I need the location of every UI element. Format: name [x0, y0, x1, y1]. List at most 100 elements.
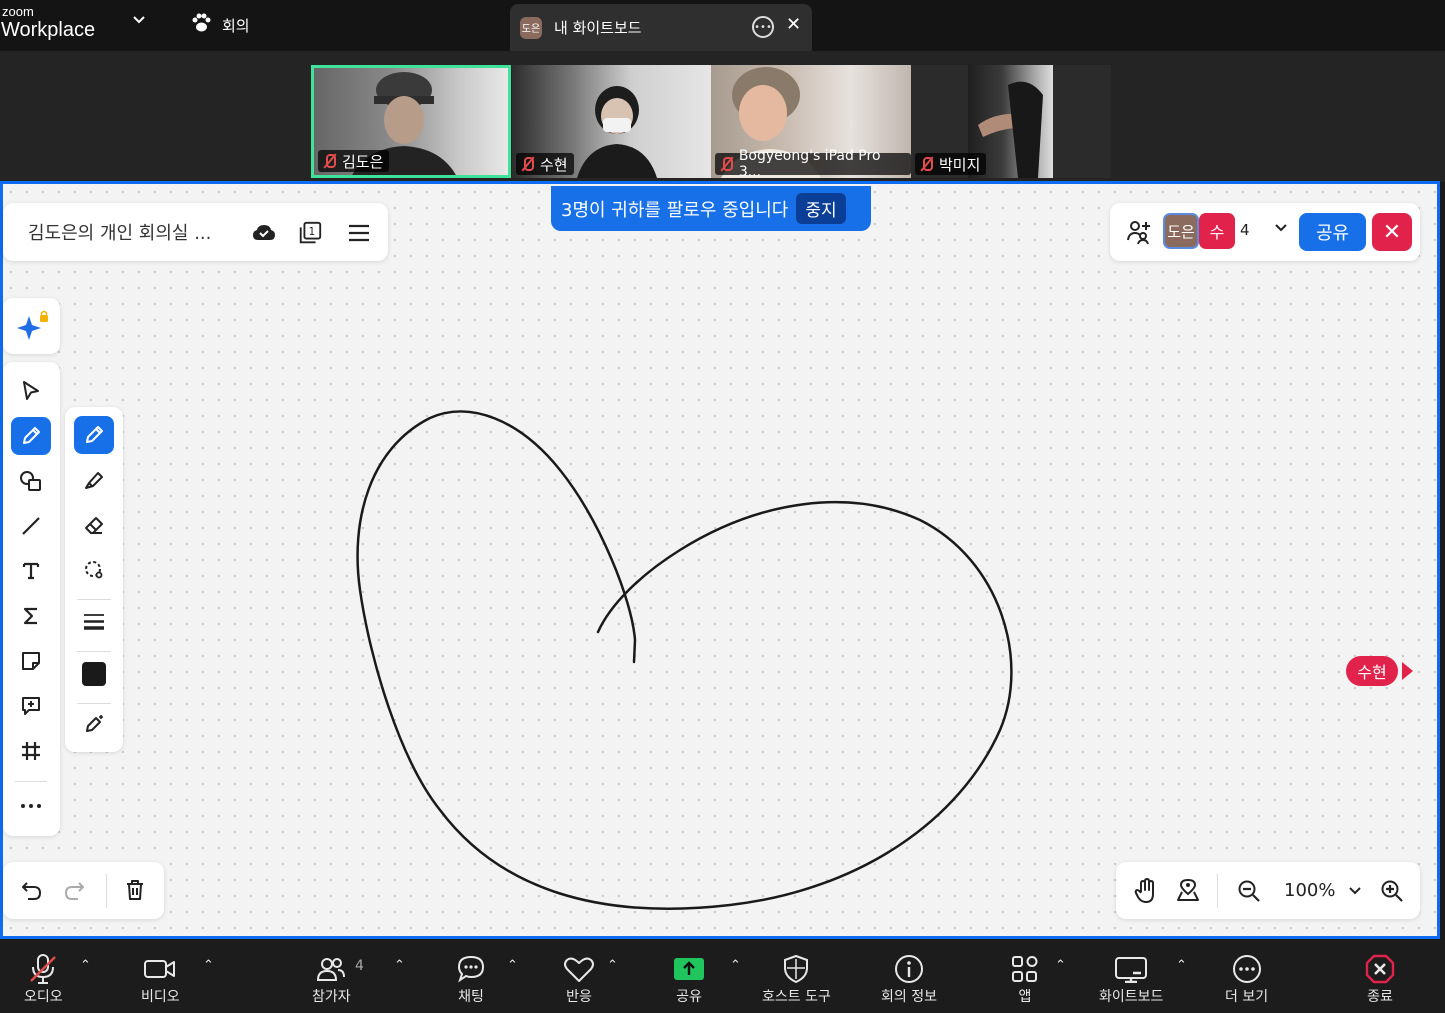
close-icon[interactable]: ✕ [786, 14, 801, 35]
collaborator-count: 4 [1240, 221, 1250, 239]
collaboration-panel: 도은 수 4 공유 ✕ [1110, 203, 1420, 261]
brand-name: Workplace [1, 19, 96, 41]
reactions-label: 반응 [566, 989, 592, 1005]
undo-icon[interactable] [21, 880, 43, 906]
share-screen-icon [674, 952, 704, 986]
apps-label: 앱 [1018, 989, 1032, 1005]
share-label: 공유 [676, 989, 702, 1005]
avatar[interactable]: 도은 [1163, 213, 1199, 249]
pen-options-toolbar [65, 407, 123, 752]
chat-label: 채팅 [458, 989, 484, 1005]
chat-button[interactable]: 채팅 [456, 952, 486, 1006]
divider [106, 874, 107, 908]
map-pin-icon[interactable] [1176, 878, 1200, 906]
chevron-up-icon[interactable]: ⌃ [80, 958, 91, 973]
highlighter-icon[interactable] [74, 461, 114, 499]
eraser-icon[interactable] [74, 506, 114, 544]
zoom-out-icon[interactable] [1237, 879, 1261, 907]
chevron-up-icon[interactable]: ⌃ [607, 958, 618, 973]
end-label: 종료 [1367, 989, 1393, 1005]
divider [77, 651, 111, 652]
formula-tool[interactable] [11, 597, 51, 635]
pen-tool[interactable] [74, 416, 114, 454]
whiteboard-button[interactable]: 화이트보드 [1099, 952, 1163, 1006]
participants-button[interactable]: 참가자 [312, 952, 351, 1006]
sticky-note-tool[interactable] [11, 642, 51, 680]
zoom-in-icon[interactable] [1380, 879, 1404, 907]
close-whiteboard-button[interactable]: ✕ [1372, 213, 1412, 251]
meeting-info-label: 회의 정보 [881, 989, 937, 1005]
more-label: 더 보기 [1225, 989, 1269, 1005]
chevron-down-icon[interactable] [1348, 883, 1362, 902]
mic-off-icon [919, 156, 933, 172]
whiteboard-label: 화이트보드 [1099, 989, 1164, 1005]
redo-icon[interactable] [63, 880, 85, 906]
chevron-up-icon[interactable]: ⌃ [203, 958, 214, 973]
svg-text:1: 1 [309, 227, 316, 238]
more-button[interactable]: 더 보기 [1225, 952, 1268, 1006]
meeting-info-button[interactable]: 회의 정보 [881, 952, 937, 1006]
share-screen-button[interactable]: 공유 [674, 952, 704, 1006]
line-tool[interactable] [11, 507, 51, 545]
lasso-icon[interactable] [74, 551, 114, 589]
magic-pen-icon[interactable] [74, 705, 114, 743]
host-tools-label: 호스트 도구 [762, 989, 831, 1005]
stroke-width-icon[interactable] [74, 603, 114, 641]
avatar[interactable]: 수 [1199, 213, 1235, 249]
video-icon [143, 952, 177, 986]
video-tile[interactable]: 수현 [512, 65, 712, 178]
video-label: 비디오 [141, 989, 180, 1005]
chevron-up-icon[interactable]: ⌃ [1176, 958, 1187, 973]
video-button[interactable]: 비디오 [141, 952, 180, 1006]
more-icon[interactable]: ••• [752, 16, 774, 38]
hand-tool-icon[interactable] [1134, 878, 1158, 908]
pen-color-swatch[interactable] [74, 655, 114, 693]
zoom-level[interactable]: 100% [1284, 880, 1335, 901]
chevron-down-icon[interactable] [132, 12, 146, 30]
host-tools-button[interactable]: 호스트 도구 [762, 952, 831, 1006]
more-tools-icon[interactable] [11, 787, 51, 825]
shapes-tool[interactable] [11, 462, 51, 500]
chevron-up-icon[interactable]: ⌃ [730, 958, 741, 973]
chevron-up-icon[interactable]: ⌃ [507, 958, 518, 973]
freehand-drawing[interactable] [0, 181, 1440, 939]
reactions-button[interactable]: 반응 [563, 952, 595, 1006]
text-tool[interactable] [11, 552, 51, 590]
whiteboard-title[interactable]: 김도은의 개인 회의실 ... [28, 219, 248, 245]
chevron-up-icon[interactable]: ⌃ [394, 958, 405, 973]
tab-meeting[interactable]: 회의 [190, 12, 250, 38]
pages-icon[interactable]: 1 [297, 220, 323, 246]
trash-icon[interactable] [124, 879, 146, 905]
pen-tool[interactable] [11, 417, 51, 455]
video-tile[interactable]: Bogyeong's iPad Pro 3... [711, 65, 911, 178]
tab-whiteboard[interactable]: 도은 내 화이트보드 ••• ✕ [510, 4, 812, 51]
stop-following-button[interactable]: 중지 [796, 193, 846, 224]
chevron-down-icon[interactable] [1274, 219, 1288, 238]
apps-button[interactable]: 앱 [1010, 952, 1040, 1006]
select-tool[interactable] [11, 372, 51, 410]
mic-off-icon [520, 156, 534, 172]
tab-whiteboard-label: 내 화이트보드 [554, 19, 642, 37]
divider [77, 599, 111, 600]
menu-icon[interactable] [346, 220, 372, 246]
tab-meeting-label: 회의 [222, 16, 250, 35]
chevron-up-icon[interactable]: ⌃ [1055, 958, 1066, 973]
participant-name-label: 박미지 [915, 153, 987, 175]
ai-assistant-button[interactable] [3, 298, 60, 354]
participants-label: 참가자 [312, 989, 351, 1005]
video-tile[interactable]: 박미지 [911, 65, 1111, 178]
video-tile[interactable]: 김도은 [311, 65, 511, 178]
frame-tool[interactable] [11, 732, 51, 770]
avatar: 도은 [520, 16, 542, 39]
end-meeting-button[interactable]: 종료 [1365, 952, 1395, 1006]
apps-icon [1010, 952, 1040, 986]
heart-icon [563, 952, 595, 986]
info-icon [894, 952, 924, 986]
audio-button[interactable]: 오디오 [24, 952, 63, 1006]
invite-people-icon[interactable] [1126, 218, 1154, 250]
mic-off-icon [322, 153, 336, 169]
comment-tool[interactable] [11, 687, 51, 725]
zoom-panel: 100% [1116, 862, 1420, 919]
cloud-saved-icon[interactable] [251, 220, 277, 246]
share-button[interactable]: 공유 [1299, 213, 1366, 251]
